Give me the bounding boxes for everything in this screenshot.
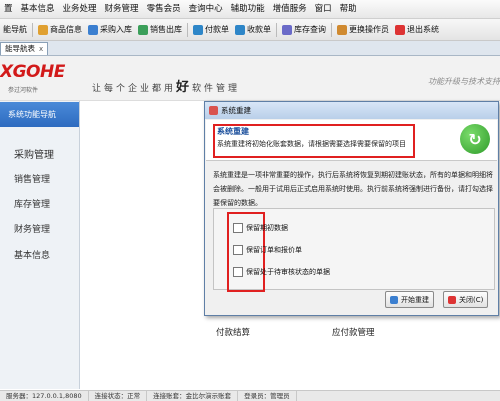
sidebar-title[interactable]: 系统功能导航 bbox=[0, 102, 79, 127]
toolbar-payment-label: 付款单 bbox=[205, 25, 229, 34]
toolbar-nav-label: 能导航 bbox=[3, 25, 27, 34]
option-keep-opening-data[interactable]: 保留期初数据 bbox=[233, 223, 288, 233]
brand-logo-subtitle: 参过河软件 bbox=[8, 87, 39, 94]
payment-settlement-label[interactable]: 付款结算 bbox=[216, 326, 250, 338]
sidebar-item-purchase[interactable]: 采购管理 bbox=[14, 146, 54, 161]
sidebar-item-sales[interactable]: 销售管理 bbox=[14, 172, 50, 185]
toolbar-sales-button[interactable]: 销售出库 bbox=[135, 21, 185, 38]
dialog-subheading: 系统重建将初始化账套数据，请根据需要选择需要保留的项目 bbox=[217, 140, 406, 148]
menu-item-basic-info[interactable]: 基本信息 bbox=[17, 0, 59, 18]
option-keep-orders-quotes[interactable]: 保留订单和报价单 bbox=[233, 245, 302, 255]
toolbar: 能导航 商品信息 采购入库 销售出库 付款单 收款单 库存查询 更换操作员 退出… bbox=[0, 19, 500, 41]
keep-pending-docs-checkbox[interactable] bbox=[233, 267, 243, 277]
menu-bar: 置 基本信息 业务处理 财务管理 零售会员 查询中心 辅助功能 增值服务 窗口 … bbox=[0, 0, 500, 19]
menu-item-retail[interactable]: 零售会员 bbox=[143, 0, 185, 18]
start-rebuild-label: 开始重建 bbox=[401, 295, 429, 304]
toolbar-stock-label: 库存查询 bbox=[294, 25, 326, 34]
sidebar-item-finance[interactable]: 财务管理 bbox=[14, 222, 50, 235]
dialog-title: 系统重建 bbox=[221, 106, 251, 115]
toolbar-exit-label: 退出系统 bbox=[407, 25, 439, 34]
menu-item-business[interactable]: 业务处理 bbox=[59, 0, 101, 18]
tab-function-nav[interactable]: 能导航表 x bbox=[0, 42, 49, 55]
toolbar-purchase-label: 采购入库 bbox=[100, 25, 132, 34]
receipt-icon bbox=[235, 24, 245, 35]
menu-item-value-added[interactable]: 增值服务 bbox=[269, 0, 311, 18]
tab-label: 能导航表 bbox=[5, 44, 35, 53]
exit-icon bbox=[395, 24, 405, 35]
payment-icon bbox=[193, 24, 203, 35]
toolbar-separator bbox=[32, 22, 33, 37]
toolbar-purchase-button[interactable]: 采购入库 bbox=[85, 21, 135, 38]
toolbar-sales-label: 销售出库 bbox=[150, 25, 182, 34]
support-slogan: 功能升级与技术支持 bbox=[428, 77, 500, 86]
toolbar-separator bbox=[331, 22, 332, 37]
menu-item-window[interactable]: 窗口 bbox=[311, 0, 336, 18]
brand-logo: XGOHE bbox=[0, 62, 65, 82]
toolbar-nav-button[interactable]: 能导航 bbox=[0, 21, 30, 38]
sidebar-item-inventory[interactable]: 库存管理 bbox=[14, 197, 50, 210]
close-button[interactable]: 关闭(C) bbox=[443, 291, 489, 308]
keep-opening-data-checkbox[interactable] bbox=[233, 223, 243, 233]
purchase-icon bbox=[88, 24, 98, 35]
sales-icon bbox=[138, 24, 148, 35]
option-label: 保留期初数据 bbox=[246, 224, 288, 232]
option-label: 保留订单和报价单 bbox=[246, 246, 302, 254]
dialog-heading: 系统重建 bbox=[217, 127, 249, 136]
rebuild-icon bbox=[390, 295, 398, 304]
toolbar-switch-user-label: 更换操作员 bbox=[349, 25, 389, 34]
goods-icon bbox=[38, 24, 48, 35]
switch-user-icon bbox=[337, 24, 347, 35]
start-rebuild-button[interactable]: 开始重建 bbox=[385, 291, 434, 308]
sidebar-item-basic-info[interactable]: 基本信息 bbox=[14, 248, 50, 261]
slogan-post: 软件管理 bbox=[192, 84, 241, 94]
app-header bbox=[0, 56, 500, 101]
toolbar-receipt-button[interactable]: 收款单 bbox=[232, 21, 274, 38]
slogan-pre: 让每个企业都用 bbox=[92, 84, 177, 94]
option-label: 保留处于待审核状态的单据 bbox=[246, 268, 330, 276]
toolbar-switch-user-button[interactable]: 更换操作员 bbox=[334, 21, 392, 38]
payables-management-label[interactable]: 应付款管理 bbox=[332, 326, 375, 338]
option-keep-pending-docs[interactable]: 保留处于待审核状态的单据 bbox=[233, 267, 330, 277]
menu-item-finance[interactable]: 财务管理 bbox=[101, 0, 143, 18]
stock-icon bbox=[282, 24, 292, 35]
toolbar-receipt-label: 收款单 bbox=[247, 25, 271, 34]
tab-close-icon[interactable]: x bbox=[39, 43, 43, 55]
system-rebuild-dialog: 系统重建 系统重建 系统重建将初始化账套数据，请根据需要选择需要保留的项目 ↻ … bbox=[204, 101, 499, 316]
menu-item-query[interactable]: 查询中心 bbox=[185, 0, 227, 18]
tab-strip bbox=[0, 41, 500, 56]
close-label: 关闭(C) bbox=[459, 295, 484, 304]
menu-item-aux[interactable]: 辅助功能 bbox=[227, 0, 269, 18]
status-bar: 服务器：127.0.0.1,8080 连接状态：正常 连接账套：金比尔演示账套 … bbox=[0, 390, 500, 401]
slogan-emphasis: 好 bbox=[176, 80, 193, 95]
menu-item-help[interactable]: 帮助 bbox=[336, 0, 361, 18]
toolbar-payment-button[interactable]: 付款单 bbox=[190, 21, 232, 38]
keep-orders-quotes-checkbox[interactable] bbox=[233, 245, 243, 255]
dialog-description: 系统重建是一项非常重要的操作，执行后系统将恢复到期初建账状态，所有的单据和明细将… bbox=[213, 171, 493, 207]
slogan: 让每个企业都用好软件管理 bbox=[92, 76, 240, 95]
close-icon bbox=[448, 295, 456, 304]
toolbar-goods-button[interactable]: 商品信息 bbox=[35, 21, 85, 38]
toolbar-stock-button[interactable]: 库存查询 bbox=[279, 21, 329, 38]
toolbar-separator bbox=[187, 22, 188, 37]
refresh-icon: ↻ bbox=[460, 124, 490, 154]
toolbar-separator bbox=[276, 22, 277, 37]
toolbar-exit-button[interactable]: 退出系统 bbox=[392, 21, 442, 38]
dialog-app-icon bbox=[209, 106, 218, 115]
menu-item-leading[interactable]: 置 bbox=[0, 0, 17, 18]
sidebar bbox=[0, 101, 80, 389]
toolbar-goods-label: 商品信息 bbox=[50, 25, 82, 34]
